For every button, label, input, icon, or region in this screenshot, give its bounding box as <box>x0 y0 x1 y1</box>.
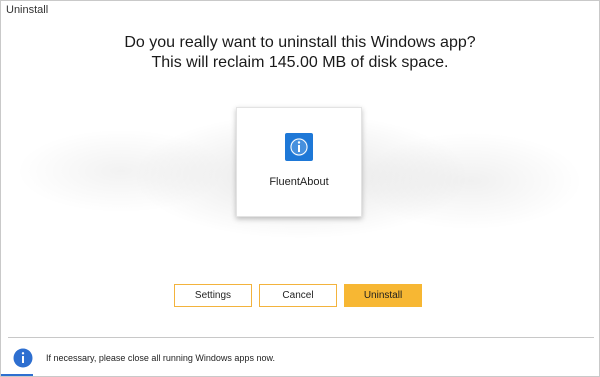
info-icon <box>13 348 33 368</box>
app-name: FluentAbout <box>269 176 329 188</box>
question-line-2: This will reclaim 145.00 MB of disk spac… <box>151 54 449 71</box>
footer: If necessary, please close all running W… <box>1 341 599 376</box>
settings-button[interactable]: Settings <box>174 284 252 307</box>
footer-divider <box>8 337 594 338</box>
app-info-icon <box>285 133 313 161</box>
footer-message: If necessary, please close all running W… <box>46 353 275 363</box>
uninstall-dialog: Uninstall Do you really want to uninstal… <box>0 0 600 377</box>
window-title: Uninstall <box>6 4 49 16</box>
cancel-button[interactable]: Cancel <box>259 284 337 307</box>
app-card: FluentAbout <box>236 107 362 217</box>
question-line-1: Do you really want to uninstall this Win… <box>124 34 476 51</box>
uninstall-question: Do you really want to uninstall this Win… <box>1 33 599 73</box>
uninstall-button[interactable]: Uninstall <box>344 284 422 307</box>
